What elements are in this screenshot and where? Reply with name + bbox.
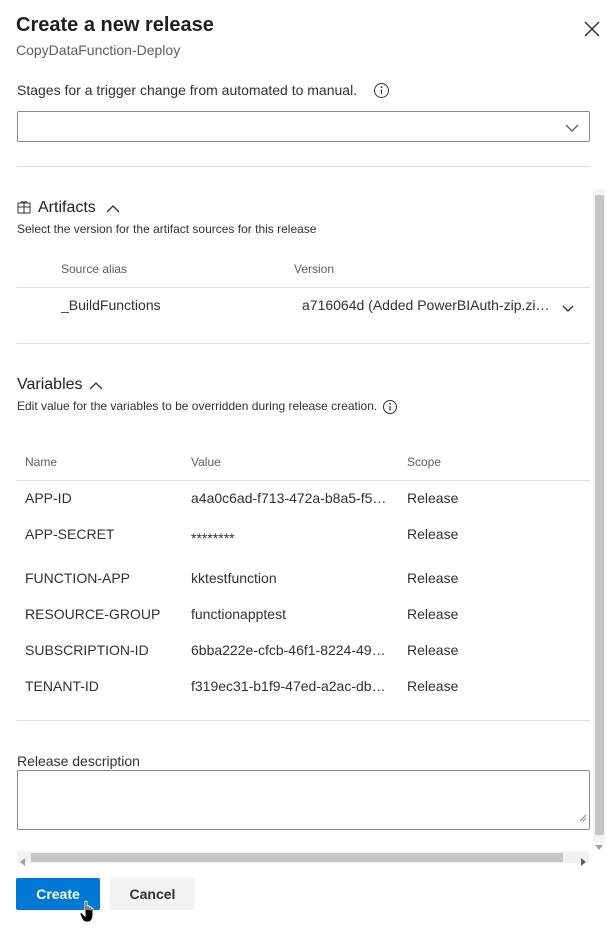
artifact-version-value: a716064d (Added PowerBIAuth-zip.zip… [302,297,556,313]
variable-scope: Release [407,606,459,622]
variable-name: TENANT-ID [25,678,99,694]
variables-col-value: Value [191,455,221,469]
scroll-right-arrow-icon[interactable] [581,853,587,871]
artifacts-col-version: Version [294,262,335,276]
variables-description: Edit value for the variables to be overr… [17,399,378,413]
divider [17,166,590,167]
hand-cursor-icon [79,900,99,929]
scroll-down-arrow-icon[interactable] [595,838,603,856]
horizontal-scrollbar-thumb[interactable] [31,853,563,862]
table-row[interactable]: RESOURCE-GROUP functionapptest Release [17,602,590,626]
variable-scope: Release [407,570,459,586]
table-row[interactable]: APP-ID a4a0c6ad-f713-472a-b8a5-f50… Rele… [17,486,590,510]
artifacts-col-source: Source alias [61,262,128,276]
table-row[interactable]: FUNCTION-APP kktestfunction Release [17,566,590,590]
panel-title: Create a new release [16,14,214,36]
chevron-down-icon [562,300,574,318]
variables-collapse-chevron-up-icon[interactable] [89,379,103,397]
variable-name: APP-ID [25,490,72,506]
variables-col-name: Name [25,455,58,469]
artifacts-title: Artifacts [38,199,96,216]
table-row[interactable]: TENANT-ID f319ec31-b1f9-47ed-a2ac-dbc… R… [17,674,590,698]
scroll-left-arrow-icon[interactable] [20,853,26,871]
variable-scope: Release [407,490,459,506]
close-icon[interactable] [583,20,601,38]
variable-value[interactable]: kktestfunction [191,570,391,586]
release-description-label: Release description [17,753,140,769]
variable-value[interactable]: functionapptest [191,606,391,622]
variable-value[interactable]: a4a0c6ad-f713-472a-b8a5-f50… [191,490,391,506]
divider [17,343,590,344]
artifact-source-alias: _BuildFunctions [61,297,161,313]
variable-scope: Release [407,678,459,694]
artifacts-description: Select the version for the artifact sour… [17,222,317,236]
variable-scope: Release [407,642,459,658]
chevron-down-icon [565,120,579,138]
variables-info-icon[interactable] [382,399,398,420]
vertical-scrollbar-thumb[interactable] [595,195,604,835]
divider [17,480,590,481]
divider [17,720,590,721]
artifact-icon [17,200,31,219]
resize-handle-icon[interactable] [579,809,587,827]
artifacts-collapse-chevron-up-icon[interactable] [106,202,120,220]
variable-name: SUBSCRIPTION-ID [25,642,149,658]
stages-label: Stages for a trigger change from automat… [17,82,358,98]
divider [17,287,590,288]
variable-value[interactable]: 6bba222e-cfcb-46f1-8224-49c… [191,642,391,658]
stages-dropdown[interactable] [17,111,590,142]
variable-name: FUNCTION-APP [25,570,130,586]
release-description-textarea[interactable] [17,770,590,830]
stages-info-icon[interactable] [373,82,390,104]
artifact-version-dropdown[interactable]: a716064d (Added PowerBIAuth-zip.zip… [294,291,586,319]
variables-title: Variables [17,376,83,393]
cancel-button[interactable]: Cancel [110,878,195,910]
table-row[interactable]: SUBSCRIPTION-ID 6bba222e-cfcb-46f1-8224-… [17,638,590,662]
variable-value[interactable]: f319ec31-b1f9-47ed-a2ac-dbc… [191,678,391,694]
variable-value[interactable]: ******** [191,530,391,546]
variable-scope: Release [407,526,459,542]
variable-name: APP-SECRET [25,526,115,542]
table-row[interactable]: APP-SECRET ******** Release [17,522,590,546]
variable-name: RESOURCE-GROUP [25,606,161,622]
variables-col-scope: Scope [407,455,442,469]
panel-subtitle: CopyDataFunction-Deploy [16,42,181,58]
